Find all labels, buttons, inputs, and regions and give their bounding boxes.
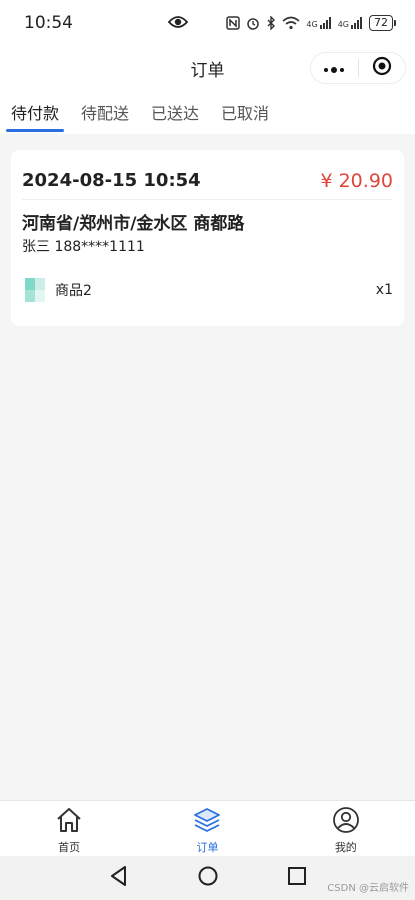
system-navigation: CSDN @云启软件: [0, 856, 415, 900]
battery-indicator: 72: [369, 15, 396, 31]
tabbar-item-profile[interactable]: 我的: [277, 801, 415, 856]
delivery-address: 河南省/郑州市/金水区 商都路: [22, 214, 245, 234]
order-header: 2024-08-15 10:54 ¥ 20.90: [22, 162, 393, 200]
close-program-button[interactable]: [359, 53, 406, 83]
thumb-block: [25, 290, 35, 302]
user-icon: [332, 807, 360, 837]
signal-icon-2: 4G: [338, 17, 363, 29]
more-button[interactable]: [311, 53, 358, 83]
tab-label: 已取消: [221, 104, 270, 123]
target-circle-icon: [372, 56, 392, 80]
order-card[interactable]: 2024-08-15 10:54 ¥ 20.90 河南省/郑州市/金水区 商都路…: [11, 150, 404, 326]
back-triangle-icon[interactable]: [109, 865, 129, 891]
product-name: 商品2: [55, 283, 92, 299]
status-time: 10:54: [24, 13, 73, 33]
tab-label: 已送达: [151, 104, 200, 123]
nav-bar: 订单: [0, 46, 415, 90]
thumb-block: [35, 290, 45, 302]
tab-delivered[interactable]: 已送达: [146, 90, 204, 134]
product-thumbnail: [25, 278, 45, 302]
tab-pending-delivery[interactable]: 待配送: [76, 90, 134, 134]
tab-label: 待配送: [81, 104, 130, 123]
status-bar: 10:54 4G 4G 72: [0, 0, 415, 46]
page-title: 订单: [190, 60, 225, 81]
signal-icon-1: 4G: [306, 17, 331, 29]
active-tab-indicator: [6, 129, 65, 132]
contact-info: 张三 188****1111: [22, 239, 145, 255]
tab-pending-payment[interactable]: 待付款: [6, 90, 65, 134]
home-circle-icon[interactable]: [197, 865, 219, 891]
layers-icon: [193, 807, 221, 837]
watermark: CSDN @云启软件: [327, 883, 409, 894]
wifi-icon: [282, 16, 300, 30]
eye-icon: [167, 14, 189, 34]
bottom-tab-bar: 首页 订单 我的: [0, 800, 415, 856]
nfc-icon: [226, 16, 241, 30]
tabbar-item-orders[interactable]: 订单: [138, 801, 276, 856]
tabbar-label: 首页: [58, 841, 81, 854]
tabbar-label: 我的: [334, 841, 357, 854]
thumb-block: [25, 278, 35, 290]
order-status-tabs: 待付款 待配送 已送达 已取消: [0, 90, 415, 134]
more-dots-icon: [323, 59, 345, 78]
order-item: 商品2 x1: [25, 278, 393, 302]
order-time: 2024-08-15 10:54: [22, 170, 201, 191]
tabbar-item-home[interactable]: 首页: [0, 801, 138, 856]
bluetooth-icon: [266, 16, 276, 30]
tabbar-label: 订单: [196, 841, 219, 854]
network-label: 4G: [306, 20, 318, 29]
home-icon: [55, 807, 83, 837]
recents-square-icon[interactable]: [287, 866, 307, 890]
status-icons: 4G 4G 72: [226, 15, 396, 31]
tab-cancelled[interactable]: 已取消: [216, 90, 274, 134]
product-quantity: x1: [375, 282, 393, 298]
order-price: ¥ 20.90: [320, 169, 393, 192]
thumb-block: [35, 278, 45, 290]
tab-label: 待付款: [11, 104, 60, 123]
alarm-icon: [246, 16, 260, 30]
mini-program-capsule: [310, 52, 406, 84]
network-label: 4G: [337, 20, 349, 29]
